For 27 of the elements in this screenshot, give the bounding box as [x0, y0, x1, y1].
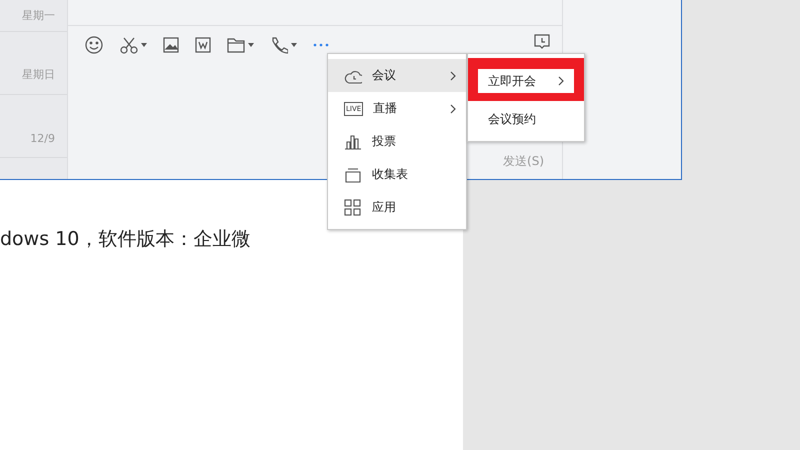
image-icon[interactable] — [163, 37, 179, 53]
chat-history-icon[interactable] — [534, 34, 550, 50]
conversation-date: 星期一 — [22, 8, 55, 23]
grid-icon — [344, 198, 362, 216]
emoji-icon[interactable] — [84, 35, 104, 55]
chevron-right-icon — [450, 70, 456, 80]
scissors-icon[interactable] — [120, 36, 138, 54]
caret-icon[interactable] — [291, 43, 297, 47]
phone-icon[interactable] — [270, 36, 288, 54]
tray-icon — [344, 166, 362, 184]
document-text: dows 10，软件版本：企业微 — [0, 227, 250, 252]
chevron-right-icon — [558, 76, 564, 86]
menu-item[interactable]: 会议 — [328, 59, 466, 92]
chevron-right-icon — [450, 104, 456, 114]
menu-item[interactable]: 会议预约 — [468, 103, 584, 136]
caret-icon[interactable] — [141, 43, 147, 47]
conversation-date: 星期日 — [22, 67, 55, 82]
menu-item[interactable]: 立即开会 — [478, 69, 574, 93]
folder-icon[interactable] — [227, 37, 245, 53]
conversation-date: 12/9 — [30, 132, 55, 145]
bar-chart-icon — [344, 132, 362, 150]
menu-item[interactable]: 投票 — [328, 125, 466, 158]
word-document-icon[interactable] — [195, 37, 211, 53]
menu-item[interactable]: 收集表 — [328, 158, 466, 191]
more-icon[interactable] — [313, 43, 329, 47]
caret-icon[interactable] — [248, 43, 254, 47]
menu-item[interactable]: 应用 — [328, 191, 466, 224]
